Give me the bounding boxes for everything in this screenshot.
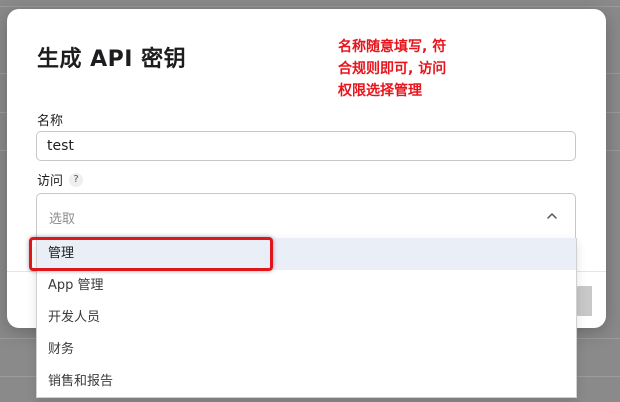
access-select[interactable]: 选取	[36, 193, 576, 239]
dropdown-option-developer[interactable]: 开发人员	[37, 302, 576, 334]
instruction-annotation: 名称随意填写, 符 合规则即可, 访问 权限选择管理	[338, 36, 488, 102]
background-divider	[0, 6, 620, 7]
access-select-placeholder: 选取	[49, 212, 76, 227]
access-label-row: 访问 ?	[37, 170, 84, 189]
annotation-line: 权限选择管理	[338, 83, 422, 99]
annotation-line: 名称随意填写, 符	[338, 39, 447, 55]
help-icon[interactable]: ?	[69, 172, 84, 187]
dialog-title: 生成 API 密钥	[37, 47, 187, 72]
chevron-up-icon	[547, 213, 557, 219]
name-input[interactable]: test	[36, 131, 576, 161]
annotation-line: 合规则即可, 访问	[338, 61, 447, 77]
name-label: 名称	[37, 114, 64, 129]
dropdown-option-sales-reports[interactable]: 销售和报告	[37, 366, 576, 398]
highlight-annotation-box	[29, 237, 273, 271]
access-label: 访问	[37, 174, 64, 189]
dropdown-option-finance[interactable]: 财务	[37, 334, 576, 366]
dropdown-option-app-manager[interactable]: App 管理	[37, 270, 576, 302]
